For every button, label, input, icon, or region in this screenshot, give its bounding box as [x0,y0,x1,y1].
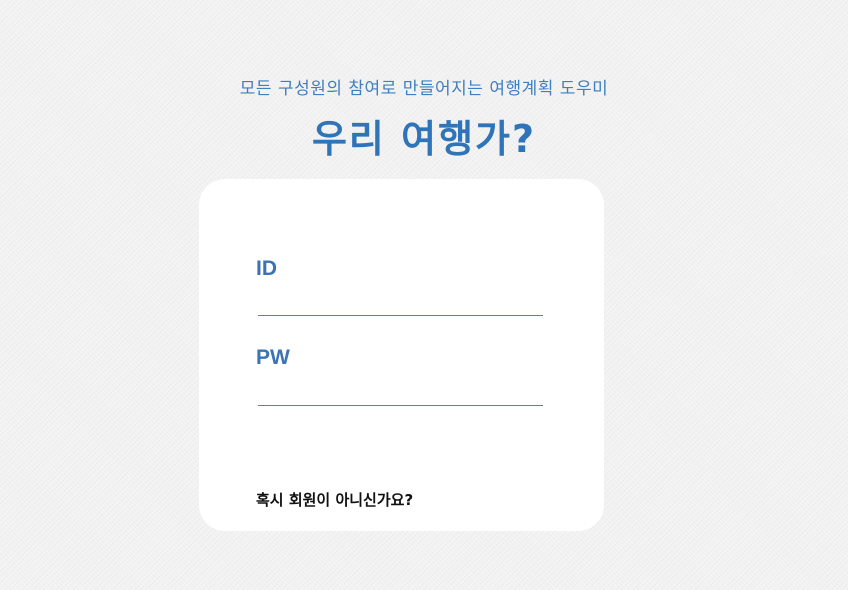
page-title: 우리 여행가? [311,117,537,161]
password-input[interactable] [258,379,543,406]
app-subtitle: 모든 구성원의 참여로 만들어지는 여행계획 도우미 [239,79,609,99]
pw-label: PW [256,346,290,369]
login-card: ID PW 혹시 회원이 아니신가요? [199,179,604,531]
id-input[interactable] [258,289,543,316]
signup-link[interactable]: 혹시 회원이 아니신가요? [256,489,413,510]
id-label: ID [256,257,277,280]
